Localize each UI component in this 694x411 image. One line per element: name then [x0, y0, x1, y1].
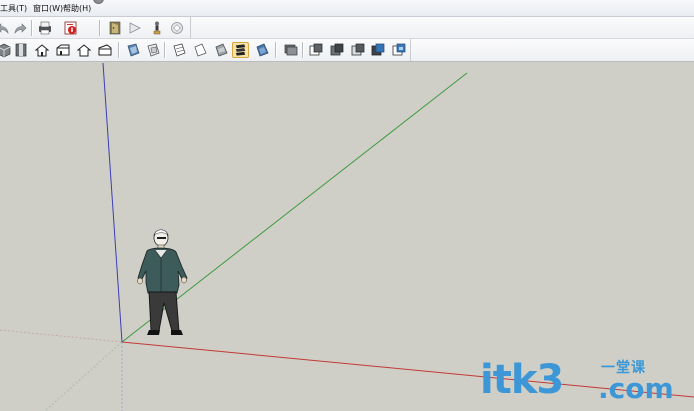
xray-style-icon[interactable]	[124, 42, 141, 58]
front-view-icon[interactable]	[33, 42, 50, 58]
print-icon[interactable]	[36, 20, 53, 36]
toolbar-separator	[31, 20, 32, 36]
outliner-icon[interactable]	[253, 42, 270, 58]
wireframe-style-icon[interactable]	[144, 42, 161, 58]
sketchup-logo-icon	[93, 0, 104, 4]
standard-toolbar	[0, 17, 694, 39]
axes-canvas	[0, 63, 694, 411]
back-view-icon[interactable]	[75, 42, 92, 58]
person-figure[interactable]	[137, 229, 188, 335]
hidden-line-style-icon[interactable]	[170, 42, 187, 58]
position-camera-icon[interactable]	[148, 20, 165, 36]
menu-tools[interactable]: 工具(T)	[0, 4, 27, 13]
zoom-window-icon[interactable]	[168, 20, 185, 36]
blue-axis	[102, 63, 123, 343]
redo-icon[interactable]	[11, 20, 28, 36]
shaded-textures-style-icon[interactable]	[212, 42, 229, 58]
toolbar-end	[190, 17, 191, 38]
red-axis-negative	[0, 329, 123, 343]
monochrome-style-icon[interactable]	[232, 42, 249, 58]
model-info-icon[interactable]	[62, 20, 79, 36]
watermark-domain: .com	[598, 372, 674, 405]
iso-view-icon[interactable]	[0, 42, 12, 58]
toolbar-separator	[99, 20, 100, 36]
look-around-icon[interactable]	[126, 20, 143, 36]
layers-icon[interactable]	[281, 42, 298, 58]
materials-icon[interactable]	[328, 42, 345, 58]
right-view-icon[interactable]	[54, 42, 71, 58]
toolbar-separator	[118, 42, 119, 58]
undo-icon[interactable]	[0, 20, 11, 36]
top-view-icon[interactable]	[12, 42, 29, 58]
menu-window[interactable]: 窗口(W)	[33, 4, 63, 13]
green-axis-negative	[44, 341, 123, 411]
walk-icon[interactable]	[106, 20, 123, 36]
menu-help[interactable]: 帮助(H)	[63, 4, 91, 13]
components-icon[interactable]	[307, 42, 324, 58]
modeling-viewport[interactable]: itk3 一堂课 .com	[0, 63, 694, 411]
shadows-icon[interactable]	[390, 42, 407, 58]
toolbar-separator	[164, 42, 165, 58]
menu-bar: 工具(T) 窗口(W) 帮助(H)	[0, 0, 694, 17]
views-styles-toolbar	[0, 39, 694, 62]
styles-icon[interactable]	[349, 42, 366, 58]
toolbar-separator	[275, 42, 276, 58]
shaded-style-icon[interactable]	[191, 42, 208, 58]
watermark-main: itk3	[480, 357, 564, 403]
scenes-icon[interactable]	[369, 42, 386, 58]
left-view-icon[interactable]	[96, 42, 113, 58]
toolbar-separator	[302, 42, 303, 58]
toolbar-end	[410, 39, 411, 61]
